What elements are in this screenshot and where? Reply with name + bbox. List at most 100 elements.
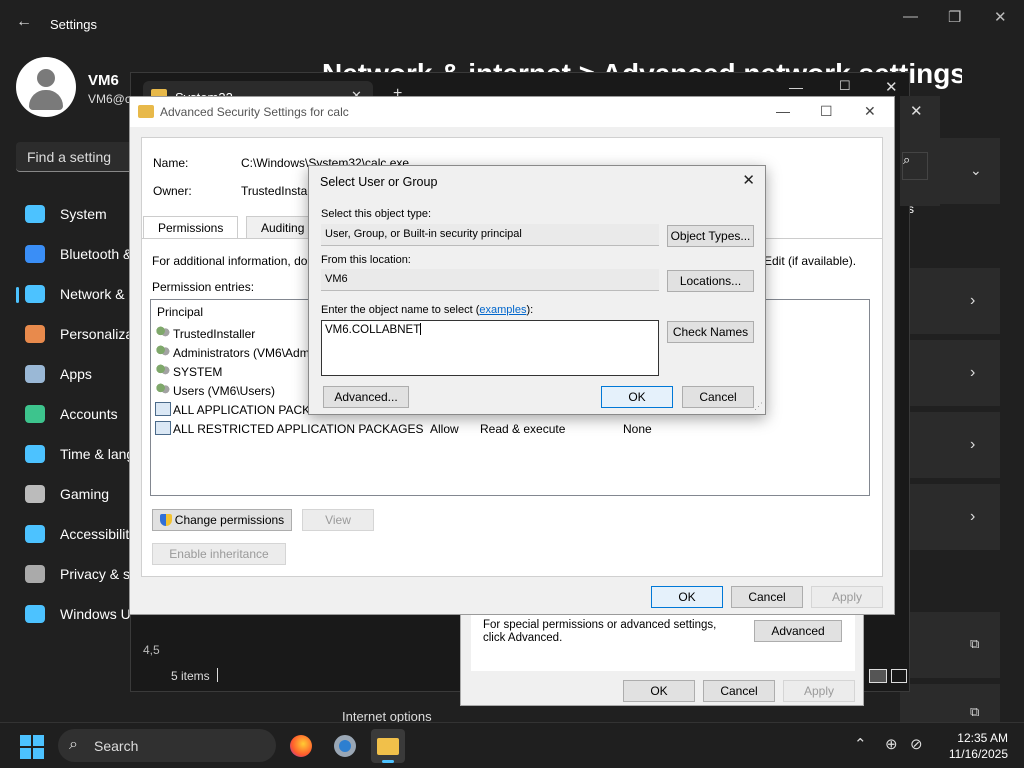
locations-button[interactable]: Locations... (667, 270, 754, 292)
sidebar-item-label: Accounts (60, 406, 118, 422)
apps-icon (25, 365, 45, 383)
sidebar-item[interactable]: Time & language (16, 436, 165, 472)
chevron-right-icon: › (970, 292, 976, 309)
sidebar-item[interactable]: Windows Update (16, 596, 166, 632)
settings-card-4[interactable]: › (900, 484, 1000, 550)
settings-card-3[interactable]: › (900, 412, 1000, 478)
minimize-icon[interactable]: — (903, 8, 918, 25)
sidebar-item-label: Apps (60, 366, 92, 382)
sidebar-item[interactable]: Network & internet (16, 276, 175, 312)
apply-button[interactable]: Apply (811, 586, 883, 608)
sidebar-item[interactable]: Gaming (16, 476, 140, 512)
sidebar-item[interactable]: Bluetooth & devices (16, 236, 184, 272)
package-icon (155, 421, 171, 435)
folder-icon (377, 738, 399, 755)
users-icon (155, 383, 171, 397)
sidebar-item[interactable]: Apps (16, 356, 140, 392)
person-icon (25, 405, 45, 423)
enable-inheritance-button[interactable]: Enable inheritance (152, 543, 286, 565)
sidebar-item[interactable]: System (16, 196, 140, 232)
settings-app-icon[interactable] (328, 729, 362, 763)
ok-button[interactable]: OK (623, 680, 695, 702)
list-view-icon[interactable] (869, 669, 887, 683)
close-icon[interactable]: ✕ (910, 102, 923, 120)
bluetooth-icon (25, 245, 45, 263)
object-name-label-post: ): (526, 304, 534, 316)
firefox-logo (290, 735, 312, 757)
sidebar-item-label: System (60, 206, 107, 222)
language-globe-icon[interactable]: ⊕ (885, 735, 898, 753)
object-name-label-pre: Enter the object name to select ( (321, 304, 480, 316)
principal-cell: SYSTEM (173, 365, 223, 379)
check-names-button[interactable]: Check Names (667, 321, 754, 343)
active-indicator (382, 760, 394, 763)
sidebar-item[interactable]: Accessibility (16, 516, 140, 552)
taskbar-search[interactable]: ⌕ Search (58, 729, 276, 762)
sidebar-item-label: Gaming (60, 486, 110, 502)
principal-cell: ALL RESTRICTED APPLICATION PACKAGES (173, 422, 424, 436)
clock-date: 11/16/2025 (948, 747, 1008, 761)
file-explorer-icon[interactable] (371, 729, 405, 763)
cancel-button[interactable]: Cancel (731, 586, 803, 608)
active-indicator (16, 287, 19, 303)
settings-card-6[interactable]: ⧉ (900, 684, 1000, 722)
uac-shield-icon (159, 514, 172, 526)
chevron-up-icon[interactable]: ⌃ (854, 735, 867, 753)
close-icon[interactable]: ✕ (885, 78, 898, 96)
resize-grip-icon[interactable]: ⋰ (754, 401, 763, 412)
apply-button[interactable]: Apply (783, 680, 855, 702)
close-icon[interactable]: ✕ (994, 8, 1007, 26)
select-user-dialog: Select User or Group ✕ Select this objec… (308, 165, 766, 415)
windows-start-icon[interactable] (20, 735, 44, 759)
maximize-icon[interactable]: ☐ (820, 103, 833, 120)
permission-entries-label: Permission entries: (152, 280, 255, 294)
back-arrow-icon[interactable]: ← (16, 13, 32, 31)
firefox-icon[interactable] (284, 729, 318, 763)
examples-link[interactable]: examples (479, 304, 526, 316)
name-label: Name: (153, 156, 189, 170)
clock[interactable]: 12:35 AM 11/16/2025 (949, 730, 1008, 762)
minimize-icon[interactable]: — (789, 79, 803, 95)
tab-permissions[interactable]: Permissions (143, 216, 239, 238)
close-icon[interactable]: ✕ (864, 103, 876, 120)
table-row[interactable]: ALL RESTRICTED APPLICATION PACKAGES Allow… (155, 419, 865, 438)
cancel-button[interactable]: Cancel (682, 386, 754, 408)
network-icon[interactable]: ⊘ (910, 735, 923, 753)
external-link-icon: ⧉ (970, 704, 980, 719)
settings-card-2[interactable]: › (900, 340, 1000, 406)
details-view-icon[interactable] (891, 669, 907, 683)
inherited-from-cell: None (623, 422, 652, 436)
principal-cell: TrustedInstaller (173, 327, 256, 341)
gear-icon (334, 735, 356, 757)
view-button[interactable]: View (302, 509, 374, 531)
owner-label: Owner: (153, 184, 192, 198)
advanced-button[interactable]: Advanced... (323, 386, 409, 408)
taskbar: ⌕ Search ⌃ ⊕ ⊘ 12:35 AM 11/16/2025 (0, 722, 1024, 768)
avatar[interactable] (16, 57, 76, 117)
settings-card-1[interactable]: › (900, 268, 1000, 334)
maximize-icon[interactable]: ☐ (839, 78, 851, 94)
ok-button[interactable]: OK (601, 386, 673, 408)
object-name-input[interactable]: VM6.COLLABNET (321, 320, 659, 376)
close-icon[interactable]: ✕ (742, 171, 755, 189)
object-type-label: Select this object type: (321, 208, 432, 220)
object-types-button[interactable]: Object Types... (667, 225, 754, 247)
column-principal[interactable]: Principal (157, 305, 203, 319)
shield-icon (25, 565, 45, 583)
change-permissions-label: Change permissions (174, 513, 285, 527)
sidebar-item[interactable]: Privacy & security (16, 556, 171, 592)
settings-card-5[interactable]: ⧉ (900, 612, 1000, 678)
minimize-icon[interactable]: — (776, 103, 790, 119)
users-icon (155, 364, 171, 378)
change-permissions-button[interactable]: Change permissions (152, 509, 292, 531)
advanced-button[interactable]: Advanced (754, 620, 842, 642)
maximize-icon[interactable]: ❐ (948, 8, 961, 26)
ok-button[interactable]: OK (651, 586, 723, 608)
sidebar-item[interactable]: Personalization (16, 316, 156, 352)
sidebar-item[interactable]: Accounts (16, 396, 140, 432)
cancel-button[interactable]: Cancel (703, 680, 775, 702)
find-setting-input[interactable]: Find a setting (16, 142, 140, 172)
explorer-status-size: 4,5 (143, 643, 160, 657)
search-icon: ⌕ (903, 152, 911, 167)
chevron-right-icon: › (970, 364, 976, 381)
